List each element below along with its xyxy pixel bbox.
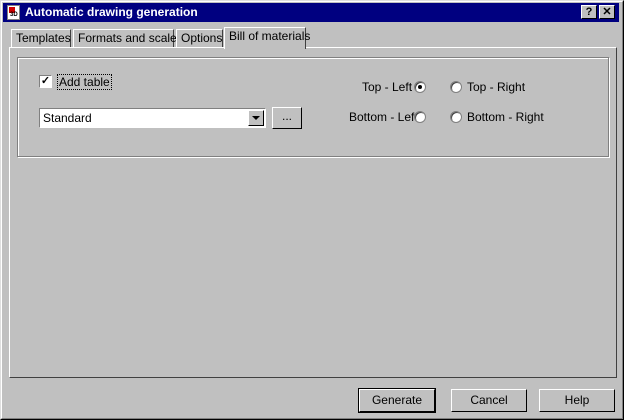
- bom-settings-group: [17, 57, 609, 157]
- help-question-button[interactable]: ?: [581, 5, 597, 19]
- help-button[interactable]: Help: [539, 389, 615, 412]
- bottom-right-radio[interactable]: [450, 111, 462, 123]
- dialog-window: 3D Automatic drawing generation ? ✕ Temp…: [0, 0, 624, 420]
- close-button[interactable]: ✕: [599, 5, 615, 19]
- table-style-dropdown[interactable]: Standard: [39, 108, 266, 128]
- title-bar[interactable]: 3D Automatic drawing generation ? ✕: [3, 3, 619, 22]
- browse-button[interactable]: ...: [272, 107, 302, 129]
- add-table-label[interactable]: Add table: [57, 74, 112, 90]
- add-table-checkbox[interactable]: ✓: [39, 75, 52, 88]
- dropdown-arrow-icon[interactable]: [248, 110, 264, 126]
- app-icon: 3D: [7, 5, 20, 20]
- top-right-label: Top - Right: [467, 80, 526, 94]
- cancel-button[interactable]: Cancel: [451, 389, 527, 412]
- top-right-radio[interactable]: [450, 81, 462, 93]
- tab-options[interactable]: Options: [176, 29, 223, 48]
- table-style-value: Standard: [43, 111, 92, 125]
- window-title: Automatic drawing generation: [25, 5, 198, 19]
- tab-formats-and-scales[interactable]: Formats and scales: [73, 29, 183, 48]
- generate-button[interactable]: Generate: [358, 388, 436, 413]
- tab-templates[interactable]: Templates: [11, 29, 71, 48]
- bottom-left-radio[interactable]: [414, 111, 426, 123]
- tab-bill-of-materials[interactable]: Bill of materials: [224, 27, 310, 49]
- bottom-left-label: Bottom - Left: [349, 110, 418, 124]
- top-left-radio[interactable]: [414, 81, 426, 93]
- top-left-label: Top - Left: [362, 80, 413, 94]
- bottom-right-label: Bottom - Right: [467, 110, 544, 124]
